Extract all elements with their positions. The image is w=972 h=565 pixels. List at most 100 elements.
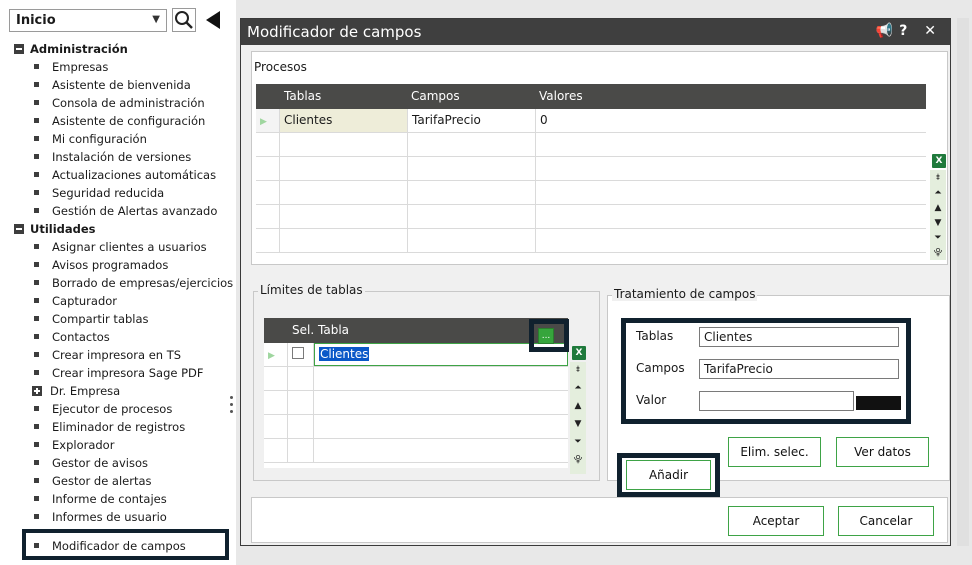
column-header-sel[interactable]: Sel. bbox=[292, 323, 314, 337]
help-close-icons[interactable]: ? ✕ bbox=[899, 23, 942, 39]
search-button[interactable] bbox=[172, 8, 196, 32]
table-row[interactable] bbox=[264, 415, 568, 439]
tree-item-informes-usuario[interactable]: Informes de usuario bbox=[34, 508, 167, 522]
tree-item-borrado-empresas[interactable]: Borrado de empresas/ejercicios bbox=[34, 274, 233, 292]
cell-tablas[interactable] bbox=[280, 205, 408, 228]
tablas-field[interactable]: Clientes bbox=[699, 327, 899, 347]
excel-export-icon[interactable]: X bbox=[572, 346, 586, 360]
column-header-tablas[interactable]: Tablas bbox=[284, 89, 321, 103]
table-row[interactable]: ▶ Clientes TarifaPrecio 0 bbox=[256, 109, 926, 133]
dialog-titlebar[interactable]: Modificador de campos 📢? ✕ bbox=[241, 19, 950, 45]
last-row-icon[interactable]: ⯓ bbox=[570, 452, 586, 468]
cell-tablas[interactable] bbox=[280, 229, 408, 252]
row-up-icon[interactable]: ▲ bbox=[930, 200, 946, 216]
cell-campos[interactable] bbox=[408, 229, 536, 252]
column-header-valores[interactable]: Valores bbox=[539, 89, 583, 103]
cell-tablas[interactable] bbox=[280, 133, 408, 156]
selected-tree-item-highlight[interactable]: Modificador de campos bbox=[22, 529, 229, 560]
tree-item-crear-impresora-ts[interactable]: Crear impresora en TS bbox=[34, 346, 181, 364]
tree-group-administracion[interactable]: Administración bbox=[14, 40, 128, 58]
cell-campos[interactable]: TarifaPrecio bbox=[408, 109, 536, 132]
tree-item-compartir-tablas[interactable]: Compartir tablas bbox=[34, 310, 149, 328]
tree-item-asignar-clientes[interactable]: Asignar clientes a usuarios bbox=[34, 238, 207, 256]
column-header-tabla[interactable]: Tabla bbox=[318, 323, 349, 337]
tree-item-gestor-alertas[interactable]: Gestor de alertas bbox=[34, 472, 152, 490]
tree-item-seguridad-reducida[interactable]: Seguridad reducida bbox=[34, 184, 164, 202]
first-row-icon[interactable]: ⯒ bbox=[570, 362, 586, 378]
page-up-icon[interactable]: ⏶ bbox=[570, 380, 586, 396]
tree-item-consola-administracion[interactable]: Consola de administración bbox=[34, 94, 205, 112]
table-row[interactable] bbox=[256, 229, 926, 253]
page-up-icon[interactable]: ⏶ bbox=[930, 185, 946, 201]
collapse-icon[interactable] bbox=[14, 223, 24, 234]
tree-item-informe-contajes[interactable]: Informe de contajes bbox=[34, 490, 167, 508]
tree-item-instalacion-versiones[interactable]: Instalación de versiones bbox=[34, 148, 191, 166]
table-row[interactable] bbox=[264, 439, 568, 463]
cell-sel[interactable] bbox=[288, 415, 314, 438]
row-down-icon[interactable]: ▼ bbox=[930, 215, 946, 231]
ellipsis-button[interactable]: ... bbox=[538, 328, 554, 344]
cell-sel[interactable] bbox=[288, 391, 314, 414]
tree-item-asistente-configuracion[interactable]: Asistente de configuración bbox=[34, 112, 205, 130]
cell-tablas[interactable] bbox=[280, 181, 408, 204]
valor-field[interactable] bbox=[699, 391, 854, 411]
checkbox[interactable] bbox=[292, 347, 304, 359]
tree-item-gestor-avisos[interactable]: Gestor de avisos bbox=[34, 454, 148, 472]
cell-campos[interactable] bbox=[408, 133, 536, 156]
first-row-icon[interactable]: ⯒ bbox=[930, 170, 946, 186]
cancel-button[interactable]: Cancelar bbox=[838, 506, 934, 536]
remove-selected-button[interactable]: Elim. selec. bbox=[728, 437, 821, 467]
tree-item-eliminador-registros[interactable]: Eliminador de registros bbox=[34, 418, 185, 436]
megaphone-icon[interactable]: 📢 bbox=[876, 23, 899, 39]
view-data-button[interactable]: Ver datos bbox=[836, 437, 929, 467]
tree-item-capturador[interactable]: Capturador bbox=[34, 292, 117, 310]
cell-campos[interactable] bbox=[408, 181, 536, 204]
cell-valores[interactable]: 0 bbox=[536, 109, 926, 132]
tree-item-mi-configuracion[interactable]: Mi configuración bbox=[34, 130, 147, 148]
cell-sel[interactable] bbox=[288, 439, 314, 462]
page-down-icon[interactable]: ⏷ bbox=[930, 230, 946, 246]
tree-item-avisos-programados[interactable]: Avisos programados bbox=[34, 256, 168, 274]
tree-item-explorador[interactable]: Explorador bbox=[34, 436, 114, 454]
procesos-grid-header: Tablas Campos Valores bbox=[256, 84, 926, 109]
column-header-campos[interactable]: Campos bbox=[411, 89, 460, 103]
row-up-icon[interactable]: ▲ bbox=[570, 398, 586, 414]
cell-sel[interactable] bbox=[288, 343, 314, 366]
tree-item-asistente-bienvenida[interactable]: Asistente de bienvenida bbox=[34, 76, 191, 94]
cell-tabla-value[interactable]: Clientes bbox=[319, 347, 370, 361]
tree-item-empresas[interactable]: Empresas bbox=[34, 58, 108, 76]
table-row[interactable] bbox=[264, 391, 568, 415]
table-row[interactable]: ▶ Clientes bbox=[264, 343, 568, 367]
cell-tablas[interactable] bbox=[280, 157, 408, 180]
last-row-icon[interactable]: ⯓ bbox=[930, 245, 946, 261]
cell-tablas[interactable]: Clientes bbox=[280, 109, 408, 132]
campos-field[interactable]: TarifaPrecio bbox=[699, 359, 899, 379]
collapse-icon[interactable] bbox=[14, 43, 24, 54]
accept-button[interactable]: Aceptar bbox=[728, 506, 824, 536]
tree-item-contactos[interactable]: Contactos bbox=[34, 328, 110, 346]
table-row[interactable] bbox=[256, 205, 926, 229]
excel-export-icon[interactable]: X bbox=[932, 154, 946, 168]
table-row[interactable] bbox=[264, 367, 568, 391]
collapse-panel-button[interactable] bbox=[202, 8, 224, 32]
tree-group-utilidades[interactable]: Utilidades bbox=[14, 220, 96, 238]
table-row[interactable] bbox=[256, 157, 926, 181]
row-down-icon[interactable]: ▼ bbox=[570, 416, 586, 432]
tree-item-modificador-campos[interactable]: Modificador de campos bbox=[34, 537, 186, 555]
table-row[interactable] bbox=[256, 133, 926, 157]
panel-splitter-handle[interactable] bbox=[230, 396, 234, 420]
cell-campos[interactable] bbox=[408, 157, 536, 180]
tree-item-actualizaciones[interactable]: Actualizaciones automáticas bbox=[34, 166, 216, 184]
tree-item-gestion-alertas[interactable]: Gestión de Alertas avanzado bbox=[34, 202, 217, 220]
tree-item-dr-empresa[interactable]: Dr. Empresa bbox=[32, 382, 120, 400]
home-dropdown[interactable]: Inicio ▼ bbox=[9, 9, 167, 32]
page-down-icon[interactable]: ⏷ bbox=[570, 434, 586, 450]
add-button[interactable]: Añadir bbox=[626, 460, 711, 490]
cell-campos[interactable] bbox=[408, 205, 536, 228]
expand-icon[interactable] bbox=[32, 385, 42, 396]
table-row[interactable] bbox=[256, 181, 926, 205]
tree-item-crear-impresora-pdf[interactable]: Crear impresora Sage PDF bbox=[34, 364, 204, 382]
workspace-scrollbar[interactable] bbox=[957, 18, 969, 546]
tree-item-ejecutor-procesos[interactable]: Ejecutor de procesos bbox=[34, 400, 172, 418]
cell-sel[interactable] bbox=[288, 367, 314, 390]
